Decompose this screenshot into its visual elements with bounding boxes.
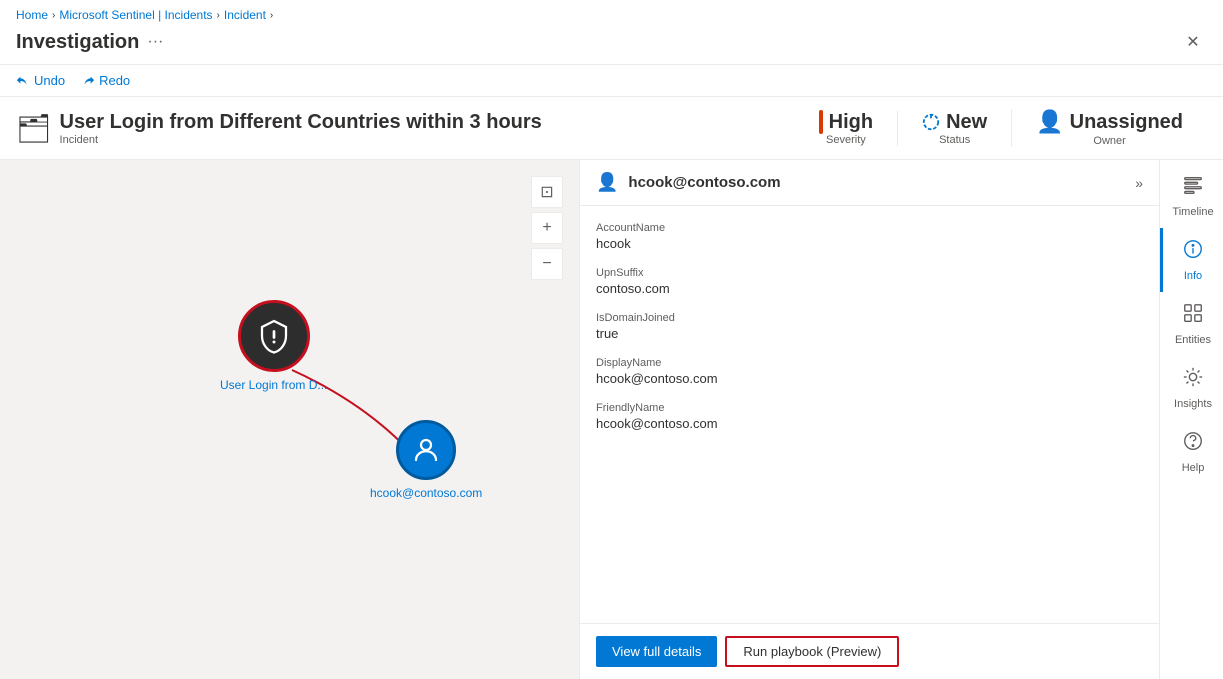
field-isdomainjoined: IsDomainJoined true: [580, 304, 1159, 349]
owner-value: 👤 Unassigned: [1036, 109, 1183, 135]
help-label: Help: [1182, 462, 1205, 474]
toolbar: Undo Redo: [0, 65, 1223, 97]
canvas-connections: [0, 160, 579, 679]
timeline-label: Timeline: [1172, 206, 1213, 218]
owner-meta[interactable]: 👤 Unassigned Owner: [1011, 109, 1207, 147]
insights-icon: [1182, 366, 1204, 394]
sidebar-item-insights[interactable]: Insights: [1160, 356, 1223, 420]
sidebar-item-entities[interactable]: Entities: [1160, 292, 1223, 356]
field-friendlyname-value: hcook@contoso.com: [596, 416, 1143, 431]
field-displayname-label: DisplayName: [596, 357, 1143, 369]
incident-icon: 🗂: [16, 112, 52, 145]
field-friendlyname: FriendlyName hcook@contoso.com: [580, 394, 1159, 439]
owner-icon: 👤: [1036, 109, 1063, 135]
help-icon: [1182, 430, 1204, 458]
info-fields: AccountName hcook UpnSuffix contoso.com …: [580, 206, 1159, 623]
incident-bar: 🗂 User Login from Different Countries wi…: [0, 97, 1223, 160]
side-nav: Timeline Info Entities: [1159, 160, 1223, 679]
field-upnsuffix: UpnSuffix contoso.com: [580, 259, 1159, 304]
incident-node[interactable]: User Login from D...: [220, 300, 327, 392]
user-circle[interactable]: [396, 420, 456, 480]
field-displayname: DisplayName hcook@contoso.com: [580, 349, 1159, 394]
title-row: Investigation ··· ✕: [16, 28, 1207, 64]
undo-icon: [16, 74, 30, 88]
close-button[interactable]: ✕: [1179, 28, 1207, 56]
severity-indicator: [819, 110, 823, 134]
field-accountname: AccountName hcook: [580, 214, 1159, 259]
field-isdomainjoined-label: IsDomainJoined: [596, 312, 1143, 324]
field-displayname-value: hcook@contoso.com: [596, 371, 1143, 386]
info-panel-user-icon: 👤: [596, 172, 618, 193]
incident-title: User Login from Different Countries with…: [60, 111, 779, 134]
severity-label: Severity: [826, 134, 866, 146]
info-panel: 👤 hcook@contoso.com » AccountName hcook …: [579, 160, 1159, 679]
view-full-details-button[interactable]: View full details: [596, 636, 717, 667]
sidebar-item-timeline[interactable]: Timeline: [1160, 164, 1223, 228]
info-panel-header: 👤 hcook@contoso.com »: [580, 160, 1159, 206]
breadcrumb-sentinel[interactable]: Microsoft Sentinel | Incidents: [59, 8, 212, 22]
status-meta[interactable]: New Status: [897, 111, 1011, 146]
user-node[interactable]: hcook@contoso.com: [370, 420, 482, 500]
main-area: User Login from D... hcook@contoso.com ⊡…: [0, 160, 1223, 679]
sidebar-item-help[interactable]: Help: [1160, 420, 1223, 484]
info-panel-footer: View full details Run playbook (Preview): [580, 623, 1159, 679]
breadcrumb: Home › Microsoft Sentinel | Incidents › …: [16, 8, 1207, 22]
header: Home › Microsoft Sentinel | Incidents › …: [0, 0, 1223, 65]
severity-meta[interactable]: High Severity: [795, 110, 897, 146]
owner-label: Owner: [1093, 135, 1125, 147]
canvas-controls: ⊡ + −: [531, 176, 563, 280]
severity-value: High: [819, 110, 873, 134]
fit-view-button[interactable]: ⊡: [531, 176, 563, 208]
insights-label: Insights: [1174, 398, 1212, 410]
redo-button[interactable]: Redo: [81, 73, 130, 88]
field-accountname-label: AccountName: [596, 222, 1143, 234]
entities-icon: [1182, 302, 1204, 330]
field-upnsuffix-value: contoso.com: [596, 281, 1143, 296]
status-label: Status: [939, 134, 970, 146]
investigation-canvas[interactable]: User Login from D... hcook@contoso.com ⊡…: [0, 160, 579, 679]
incident-circle[interactable]: [238, 300, 310, 372]
run-playbook-button[interactable]: Run playbook (Preview): [725, 636, 899, 667]
status-value: New: [922, 111, 987, 134]
undo-button[interactable]: Undo: [16, 73, 65, 88]
info-panel-title: hcook@contoso.com: [628, 174, 780, 191]
zoom-in-button[interactable]: +: [531, 212, 563, 244]
info-panel-expand-button[interactable]: »: [1135, 175, 1143, 191]
incident-subtitle: Incident: [60, 134, 779, 146]
redo-icon: [81, 74, 95, 88]
breadcrumb-home[interactable]: Home: [16, 8, 48, 22]
title-more-button[interactable]: ···: [147, 33, 163, 51]
field-accountname-value: hcook: [596, 236, 1143, 251]
info-label: Info: [1184, 270, 1202, 282]
user-icon: [411, 435, 441, 465]
field-isdomainjoined-value: true: [596, 326, 1143, 341]
info-icon: [1182, 238, 1204, 266]
field-friendlyname-label: FriendlyName: [596, 402, 1143, 414]
timeline-icon: [1182, 174, 1204, 202]
zoom-out-button[interactable]: −: [531, 248, 563, 280]
entities-label: Entities: [1175, 334, 1211, 346]
incident-node-label: User Login from D...: [220, 378, 327, 392]
incident-meta: High Severity New Status 👤 Unassigned Ow…: [795, 109, 1207, 147]
user-node-label: hcook@contoso.com: [370, 486, 482, 500]
sidebar-item-info[interactable]: Info: [1160, 228, 1223, 292]
shield-alert-icon: [256, 318, 292, 354]
page-title: Investigation: [16, 31, 139, 54]
status-icon: [922, 113, 940, 131]
breadcrumb-incident[interactable]: Incident: [224, 8, 266, 22]
incident-title-area: User Login from Different Countries with…: [60, 111, 779, 146]
field-upnsuffix-label: UpnSuffix: [596, 267, 1143, 279]
